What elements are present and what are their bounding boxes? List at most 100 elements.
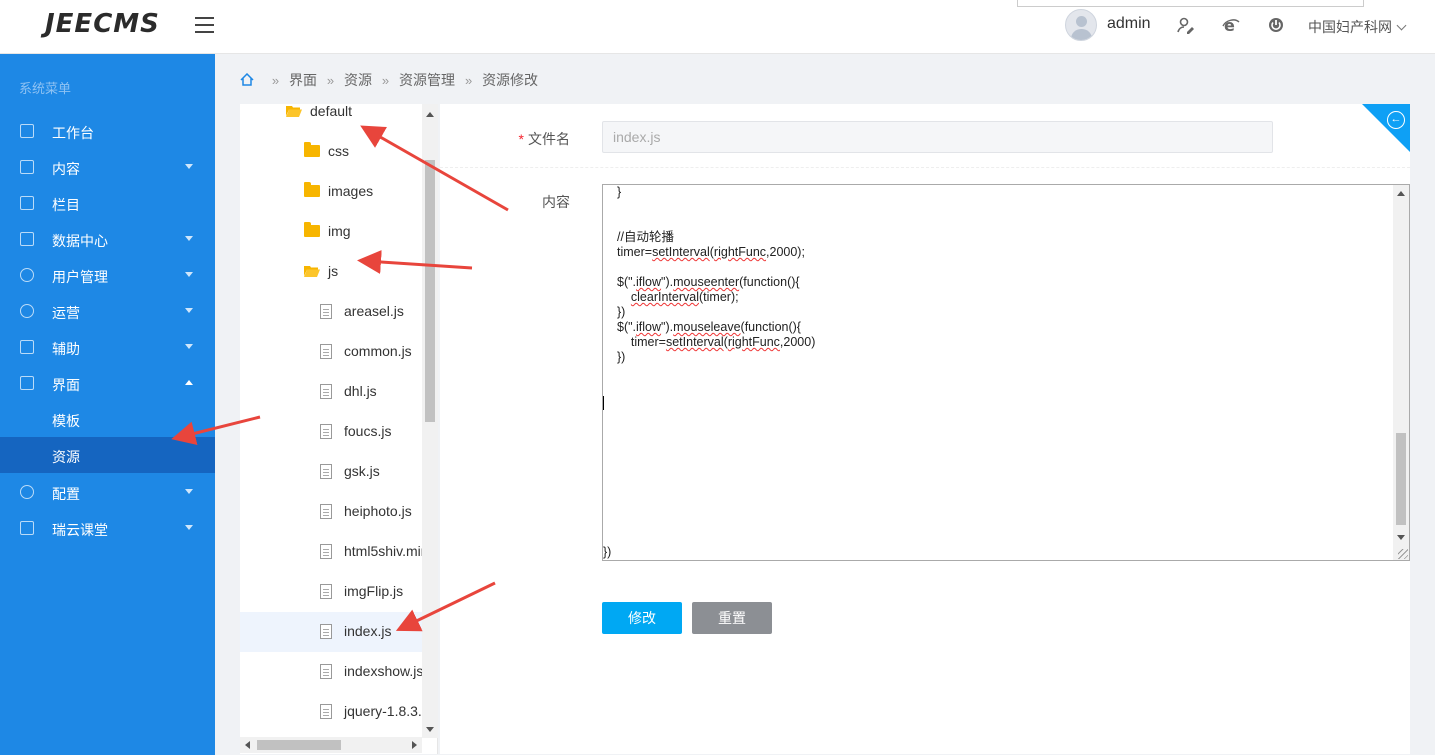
tree-folder-node[interactable]: js xyxy=(240,252,422,292)
caret-down-icon xyxy=(185,164,193,169)
breadcrumb-item-current: 资源修改 xyxy=(482,72,539,88)
text-caret xyxy=(603,396,604,410)
tree-folder-node[interactable]: img xyxy=(240,212,422,252)
tree-node-label: indexshow.js xyxy=(344,663,422,679)
scroll-down-arrow-icon[interactable] xyxy=(426,727,434,732)
sidebar-item-label: 运营 xyxy=(52,305,80,321)
sidebar-item-workbench[interactable]: 工作台 xyxy=(0,113,215,149)
filename-input[interactable] xyxy=(602,121,1273,153)
scroll-right-arrow-icon[interactable] xyxy=(412,741,417,749)
tree-file-node[interactable]: foucs.js xyxy=(240,412,422,452)
gear-icon xyxy=(20,485,34,499)
tree-file-node[interactable]: index.js xyxy=(240,612,422,652)
breadcrumb-item[interactable]: 资源管理 xyxy=(399,72,455,88)
caret-down-icon xyxy=(185,308,193,313)
layout-icon xyxy=(20,376,34,390)
sidebar-item-label: 栏目 xyxy=(52,197,80,213)
sidebar-item-classroom[interactable]: 瑞云课堂 xyxy=(0,510,215,546)
sidebar-item-operations[interactable]: 运营 xyxy=(0,293,215,329)
tree-file-node[interactable]: indexshow.js xyxy=(240,652,422,692)
dropdown-panel-edge xyxy=(1017,0,1364,7)
file-icon xyxy=(320,624,332,639)
tree-node-label: index.js xyxy=(344,623,392,639)
caret-down-icon xyxy=(185,489,193,494)
tree-folder-node[interactable]: css xyxy=(240,132,422,172)
content-textarea[interactable]: } //自动轮播 timer=setInterval(rightFunc,200… xyxy=(602,184,1410,561)
home-icon[interactable] xyxy=(240,72,254,86)
user-settings-icon[interactable] xyxy=(1176,16,1196,36)
tree-horizontal-scrollbar[interactable] xyxy=(240,737,422,753)
scroll-up-arrow-icon[interactable] xyxy=(1397,191,1405,196)
code-scrollbar[interactable] xyxy=(1393,185,1409,560)
tree-node-label: areasel.js xyxy=(344,303,404,319)
tree-node-label: images xyxy=(328,183,374,199)
breadcrumb-item[interactable]: 资源 xyxy=(344,72,372,88)
menu-toggle-icon[interactable] xyxy=(195,17,214,33)
divider xyxy=(440,167,1410,168)
tree-file-node[interactable]: gsk.js xyxy=(240,452,422,492)
code-tail: }) xyxy=(603,545,612,559)
scroll-up-arrow-icon[interactable] xyxy=(426,112,434,117)
sidebar-item-auxiliary[interactable]: 辅助 xyxy=(0,329,215,365)
user-icon xyxy=(20,268,34,282)
sidebar-item-columns[interactable]: 栏目 xyxy=(0,185,215,221)
scroll-left-arrow-icon[interactable] xyxy=(245,741,250,749)
tree-node-label: dhl.js xyxy=(344,383,377,399)
required-mark: * xyxy=(518,131,524,147)
corner-badge xyxy=(1362,104,1410,152)
caret-down-icon xyxy=(185,236,193,241)
tree-folder-node[interactable]: images xyxy=(240,172,422,212)
sidebar-item-label: 配置 xyxy=(52,486,80,502)
box-icon xyxy=(20,340,34,354)
breadcrumb-item[interactable]: 界面 xyxy=(289,72,317,88)
back-icon[interactable]: ← xyxy=(1387,111,1405,129)
top-bar: JEECMS admin e 中国妇产科网 xyxy=(0,0,1435,54)
tree-file-node[interactable]: imgFlip.js xyxy=(240,572,422,612)
scrollbar-thumb[interactable] xyxy=(425,160,435,422)
scrollbar-thumb[interactable] xyxy=(257,740,341,750)
scroll-down-arrow-icon[interactable] xyxy=(1397,535,1405,540)
file-icon xyxy=(320,544,332,559)
username[interactable]: admin xyxy=(1107,15,1151,33)
scrollbar-thumb[interactable] xyxy=(1396,433,1406,525)
tree-node-label: gsk.js xyxy=(344,463,380,479)
sidebar-item-content[interactable]: 内容 xyxy=(0,149,215,185)
sidebar-item-label: 工作台 xyxy=(52,125,94,141)
tree-file-node[interactable]: html5shiv.min.js xyxy=(240,532,422,572)
monitor-icon xyxy=(20,124,34,138)
browser-icon[interactable]: e xyxy=(1221,16,1241,36)
tree-file-node[interactable]: common.js xyxy=(240,332,422,372)
sidebar-item-settings[interactable]: 配置 xyxy=(0,474,215,510)
sidebar-subitem-label: 资源 xyxy=(52,449,80,465)
folder-open-icon xyxy=(304,266,320,277)
submit-button[interactable]: 修改 xyxy=(602,602,682,634)
user-avatar[interactable] xyxy=(1065,9,1097,41)
caret-down-icon xyxy=(185,344,193,349)
tree-folder-node[interactable]: default xyxy=(240,104,422,132)
reset-button[interactable]: 重置 xyxy=(692,602,772,634)
tree-node-label: imgFlip.js xyxy=(344,583,404,599)
tree-vertical-scrollbar[interactable] xyxy=(422,104,438,738)
folder-icon xyxy=(304,142,320,157)
sidebar-title: 系统菜单 xyxy=(19,81,72,96)
sidebar-item-interface[interactable]: 界面 xyxy=(0,365,215,401)
tree-file-node[interactable]: jquery-1.8.3.min.js xyxy=(240,692,422,732)
power-icon[interactable] xyxy=(1266,16,1286,36)
document-icon xyxy=(20,160,34,174)
tree-file-node[interactable]: dhl.js xyxy=(240,372,422,412)
sidebar-item-data-center[interactable]: 数据中心 xyxy=(0,221,215,257)
breadcrumb-separator: » xyxy=(326,73,335,88)
file-tree: default css images img js areasel.js common.js… xyxy=(240,104,438,754)
tree-file-node[interactable]: heiphoto.js xyxy=(240,492,422,532)
caret-down-icon xyxy=(185,525,193,530)
file-icon xyxy=(320,664,332,679)
sidebar-subitem-templates[interactable]: 模板 xyxy=(0,401,215,437)
file-icon xyxy=(320,344,332,359)
folder-open-icon xyxy=(286,106,302,117)
resize-grip-icon[interactable] xyxy=(1398,549,1408,559)
site-selector[interactable]: 中国妇产科网 xyxy=(1308,17,1407,37)
tree-file-node[interactable]: areasel.js xyxy=(240,292,422,332)
content-label: 内容 xyxy=(542,194,570,210)
sidebar-item-user-management[interactable]: 用户管理 xyxy=(0,257,215,293)
sidebar-subitem-resources[interactable]: 资源 xyxy=(0,437,215,473)
